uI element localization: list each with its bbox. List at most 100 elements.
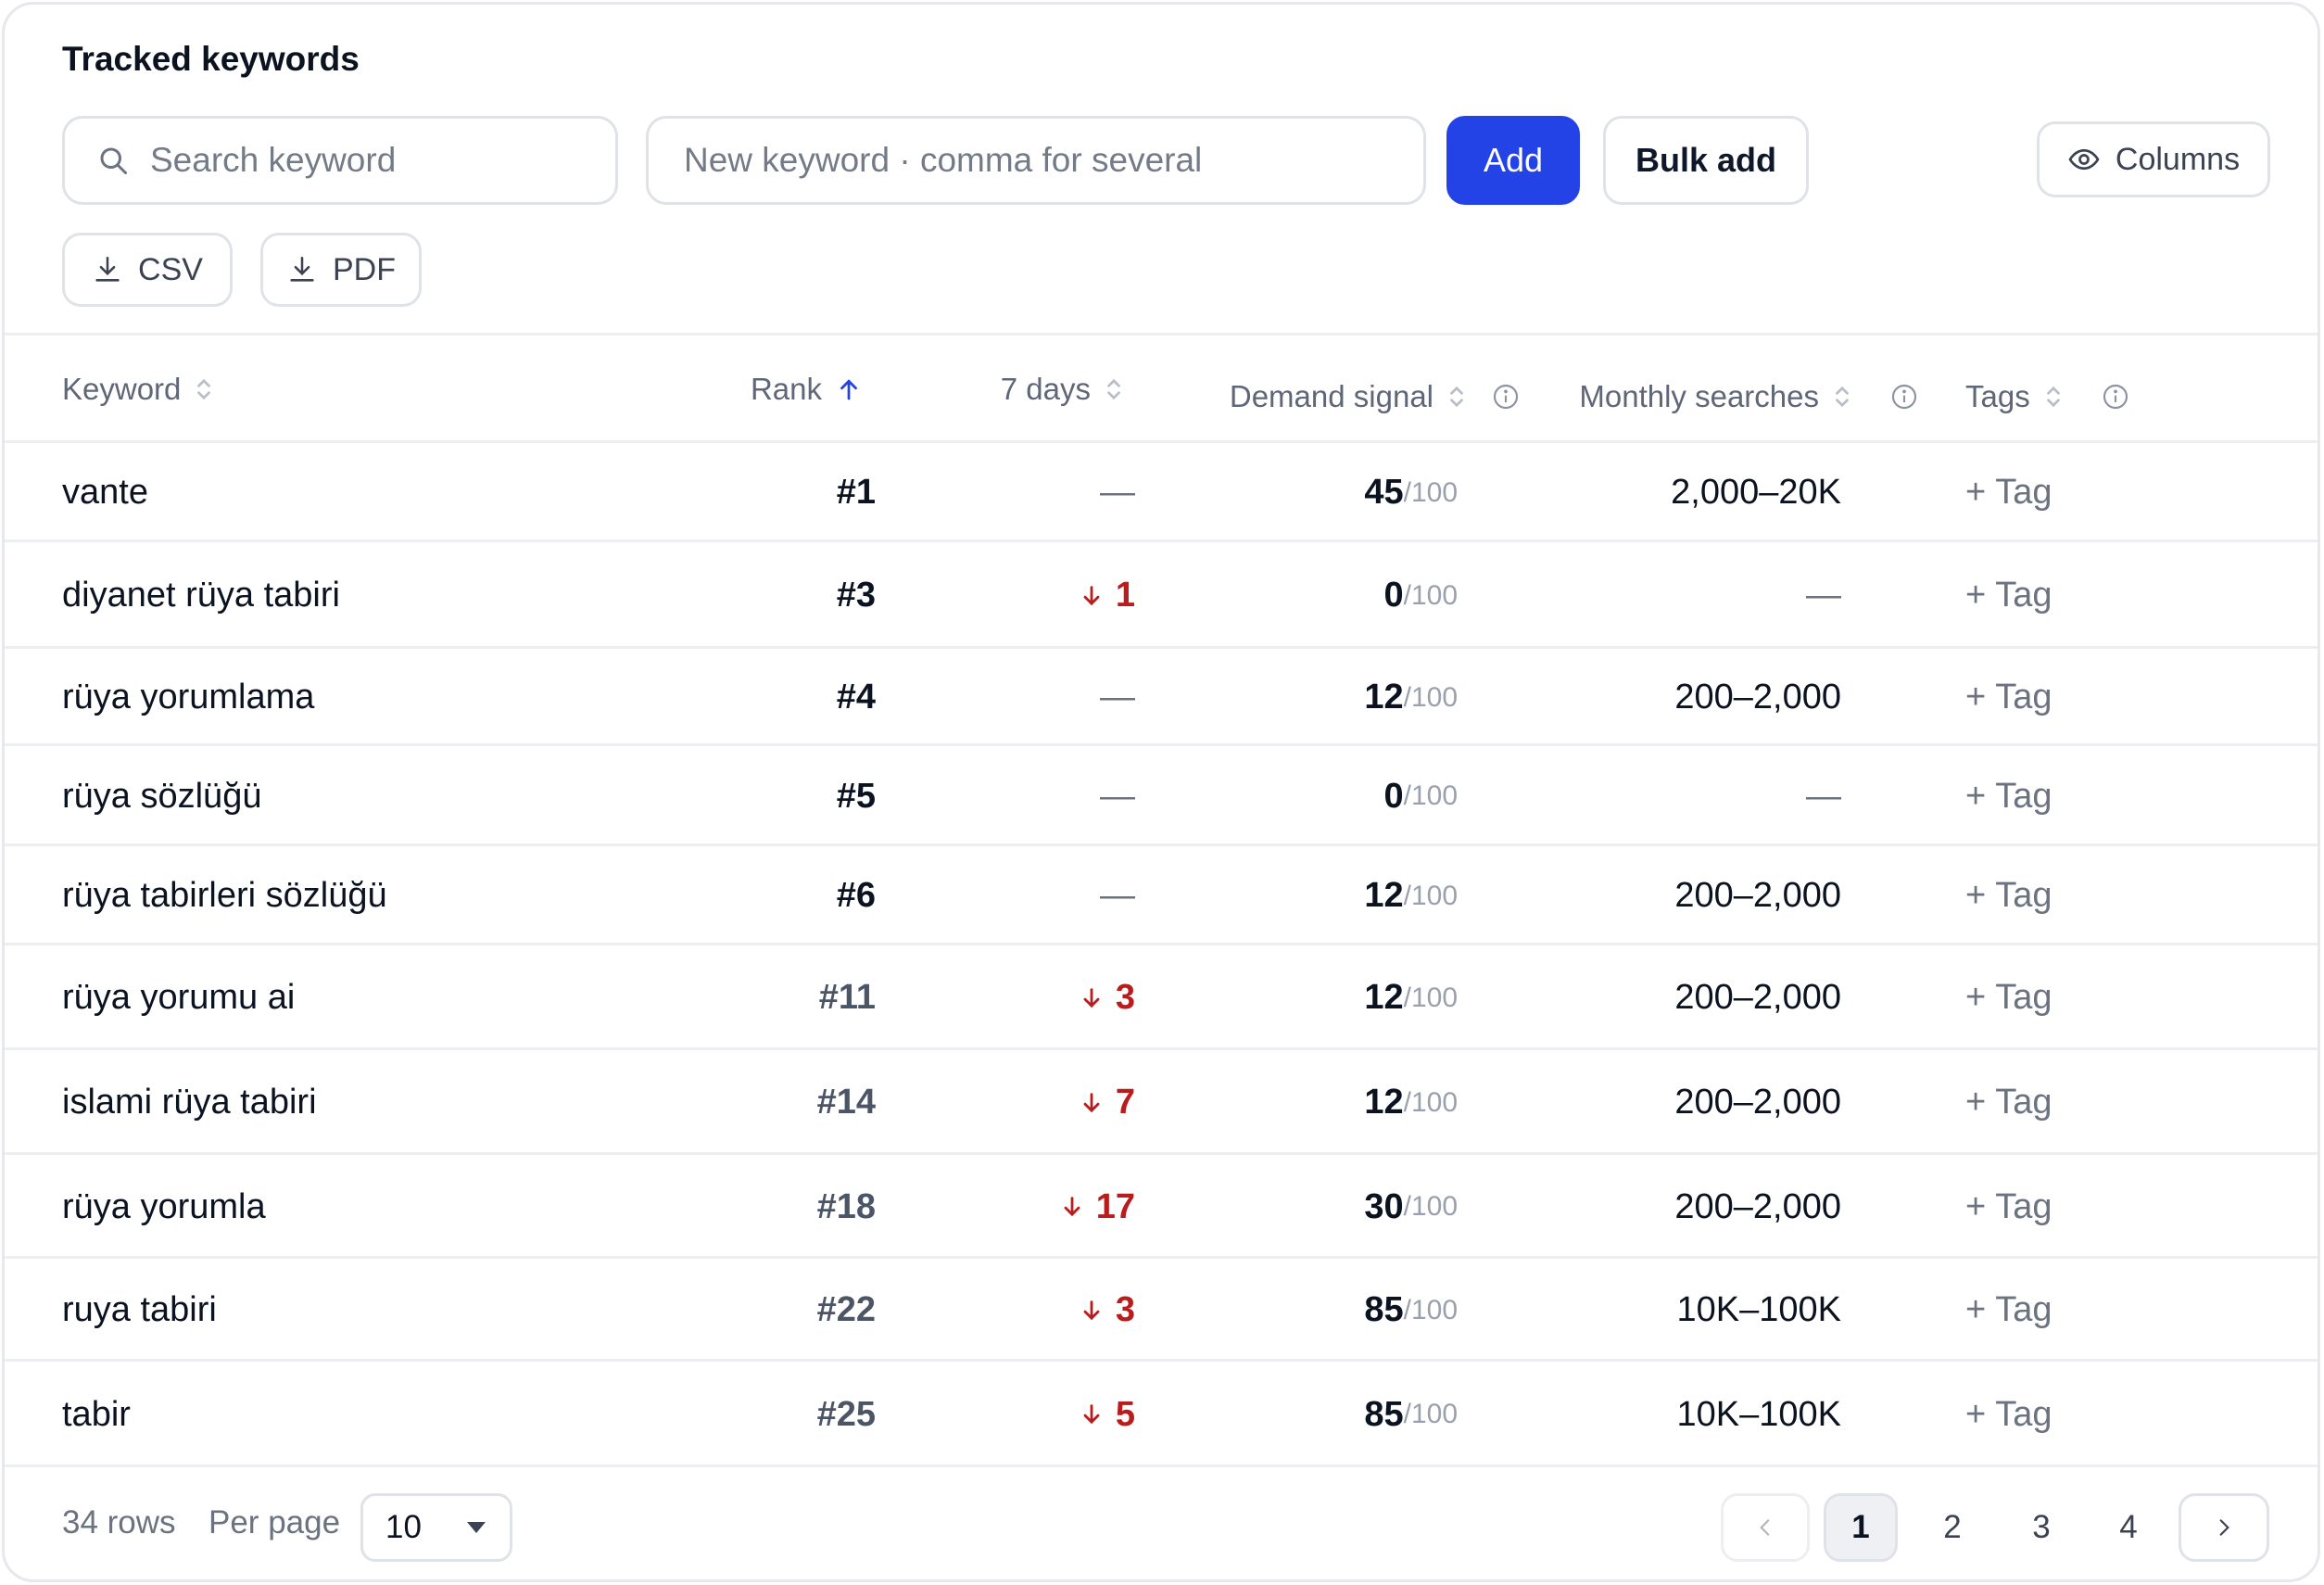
seven-day-change-cell: 5 [1079,1362,1135,1467]
demand-signal-cell: 85/100 [1364,1259,1458,1362]
column-header-demand-signal[interactable]: Demand signal [1230,374,1521,420]
monthly-searches-cell: 10K–100K [1676,1290,1842,1329]
pagination-prev-button[interactable] [1721,1493,1810,1562]
table-row[interactable]: rüya sözlüğü #5 — 0/100 — + Tag [5,746,2318,846]
pagination-page-4[interactable]: 4 [2091,1493,2166,1562]
table-row[interactable]: ruya tabiri #22 3 85/100 10K–100K + Tag [5,1259,2318,1362]
monthly-searches-cell: 2,000–20K [1671,473,1841,512]
column-header-tags[interactable]: Tags [1965,374,2130,420]
column-header-monthly-searches[interactable]: Monthly searches [1579,374,1919,420]
demand-signal-denominator: /100 [1403,982,1458,1013]
plus-icon: + [1965,473,1987,512]
table-row[interactable]: rüya yorumu ai #11 3 12/100 200–2,000 + Tag [5,945,2318,1050]
sort-icon [194,374,214,405]
add-tag-label: Tag [1995,1290,2052,1329]
info-icon[interactable] [1491,382,1521,412]
add-tag-button[interactable]: + Tag [1965,649,2052,746]
seven-day-change-value: 17 [1095,1186,1135,1226]
plus-icon: + [1965,1290,1987,1329]
demand-signal-value: 0 [1383,576,1404,615]
seven-day-change-cell: — [1100,746,1135,846]
pagination-page-1[interactable]: 1 [1824,1493,1898,1562]
new-keyword-input[interactable] [684,119,1423,202]
add-tag-button[interactable]: + Tag [1965,443,2052,542]
keyword-cell: rüya yorumlama [62,678,315,716]
rank-cell: #25 [816,1394,876,1434]
seven-day-change-value: 3 [1115,978,1135,1017]
demand-signal-denominator: /100 [1403,1399,1458,1429]
monthly-searches-cell: 200–2,000 [1674,876,1841,915]
add-tag-button[interactable]: + Tag [1965,1362,2052,1467]
column-header-keyword[interactable]: Keyword [62,366,214,412]
table-row[interactable]: diyanet rüya tabiri #3 1 0/100 — + Tag [5,542,2318,649]
table-row[interactable]: rüya tabirleri sözlüğü #6 — 12/100 200–2,000… [5,846,2318,945]
seven-day-change-value: — [1100,776,1135,816]
demand-signal-value: 45 [1364,473,1404,512]
add-tag-button[interactable]: + Tag [1965,542,2052,649]
rank-cell: #22 [816,1290,876,1329]
demand-signal-denominator: /100 [1403,681,1458,713]
demand-signal-cell: 0/100 [1383,746,1458,846]
seven-day-change-cell: 1 [1079,542,1135,649]
add-tag-button[interactable]: + Tag [1965,1259,2052,1362]
pagination-next-button[interactable] [2179,1493,2269,1562]
demand-signal-value: 12 [1364,678,1404,716]
demand-signal-value: 0 [1383,776,1404,816]
add-tag-label: Tag [1995,978,2052,1017]
search-icon [96,144,130,177]
eye-icon [2067,143,2101,176]
table-row[interactable]: islami rüya tabiri #14 7 12/100 200–2,000 + Ta… [5,1050,2318,1155]
info-icon[interactable] [2101,382,2130,412]
per-page-value: 10 [385,1509,422,1545]
column-header-rank[interactable]: Rank [751,366,863,412]
columns-label: Columns [2115,141,2241,177]
column-header-monthly-searches-label: Monthly searches [1579,379,1819,413]
pagination-page-2[interactable]: 2 [1915,1493,1989,1562]
table-row[interactable]: vante #1 — 45/100 2,000–20K + Tag [5,443,2318,542]
table-row[interactable]: rüya yorumlama #4 — 12/100 200–2,000 + Tag [5,649,2318,746]
bulk-add-button[interactable]: Bulk add [1603,116,1809,205]
pagination-page-3[interactable]: 3 [2004,1493,2078,1562]
table-row[interactable]: rüya yorumla #18 17 30/100 200–2,000 + Tag [5,1155,2318,1259]
columns-button[interactable]: Columns [2037,121,2270,197]
sort-ascending-icon [835,374,863,405]
info-icon[interactable] [1889,382,1919,412]
pdf-export-button[interactable]: PDF [260,233,422,307]
add-tag-label: Tag [1995,776,2052,816]
table-row[interactable]: tabir #25 5 85/100 10K–100K + Tag [5,1362,2318,1467]
arrow-down-icon [1079,1399,1105,1430]
chevron-right-icon [2212,1514,2236,1541]
add-tag-label: Tag [1995,876,2052,915]
chevron-left-icon [1753,1514,1777,1541]
search-input[interactable] [150,119,615,202]
seven-day-change-value: 3 [1115,1290,1135,1329]
add-tag-button[interactable]: + Tag [1965,945,2052,1050]
row-count: 34 rows [62,1504,176,1541]
arrow-down-icon [1079,983,1105,1014]
plus-icon: + [1965,1394,1987,1434]
keyword-cell: vante [62,473,148,512]
column-header-7-days[interactable]: 7 days [1001,366,1124,412]
demand-signal-cell: 0/100 [1383,542,1458,649]
demand-signal-denominator: /100 [1403,1086,1458,1118]
per-page-select[interactable]: 10 [360,1493,512,1562]
keyword-cell: rüya tabirleri sözlüğü [62,876,387,915]
seven-day-change-value: 1 [1115,576,1135,615]
new-keyword-field[interactable] [646,116,1426,205]
plus-icon: + [1965,776,1987,816]
plus-icon: + [1965,576,1987,615]
sort-icon [1446,381,1467,412]
keyword-cell: islami rüya tabiri [62,1083,317,1122]
plus-icon: + [1965,1186,1987,1226]
add-tag-button[interactable]: + Tag [1965,1050,2052,1155]
add-tag-button[interactable]: + Tag [1965,846,2052,945]
add-tag-label: Tag [1995,473,2052,512]
monthly-searches-cell: 200–2,000 [1674,1186,1841,1226]
search-field[interactable] [62,116,618,205]
add-tag-button[interactable]: + Tag [1965,1155,2052,1259]
add-button[interactable]: Add [1446,116,1580,205]
add-tag-button[interactable]: + Tag [1965,746,2052,846]
rank-cell: #4 [836,678,876,716]
csv-export-button[interactable]: CSV [62,233,233,307]
pdf-label: PDF [333,251,396,287]
